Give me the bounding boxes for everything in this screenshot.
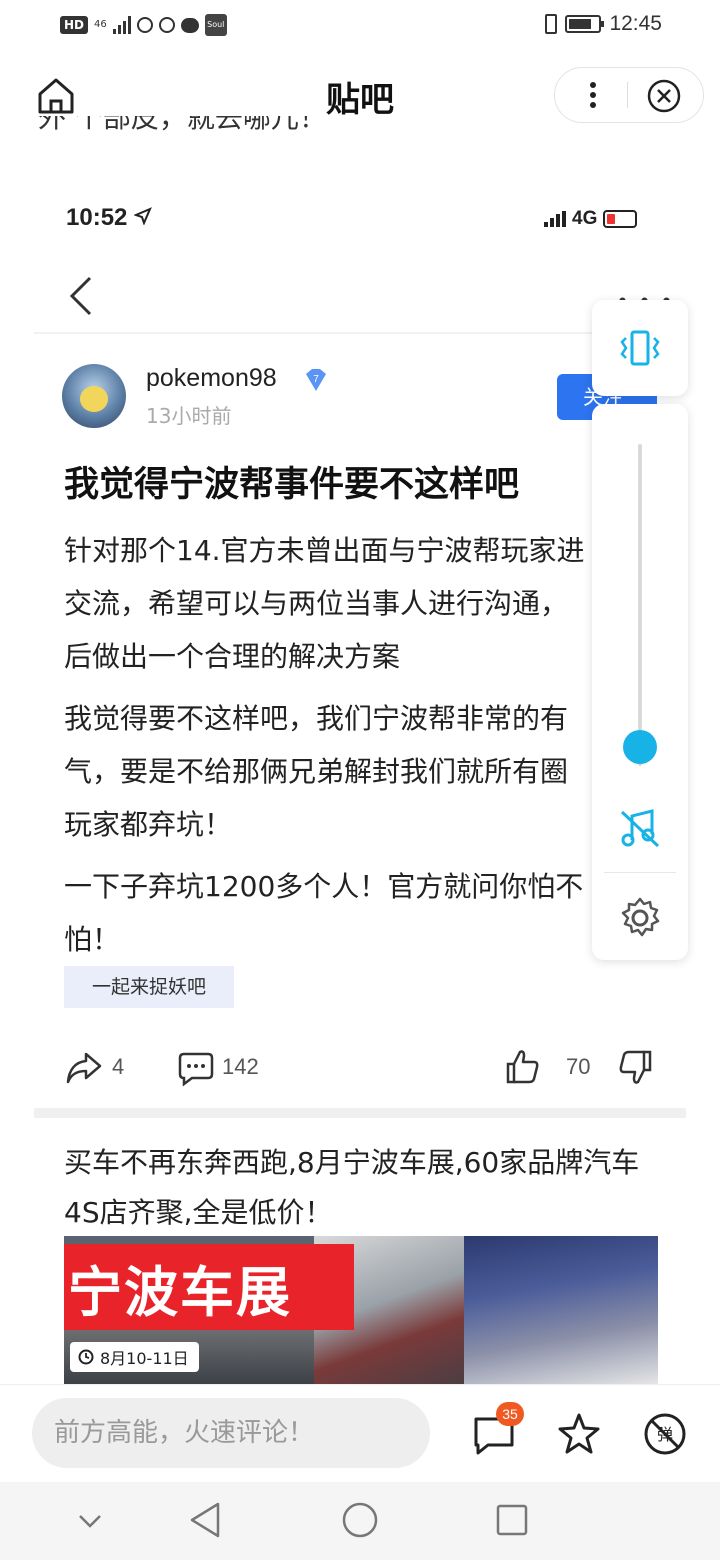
mini-program-capsule (554, 67, 704, 123)
inner-status-time: 10:52 (66, 204, 152, 232)
music-mute-icon[interactable] (618, 806, 662, 854)
ad-photo (464, 1236, 658, 1386)
svg-text:弹: 弹 (657, 1425, 673, 1444)
username[interactable]: pokemon98 (146, 364, 277, 393)
comment-count-badge: 35 (496, 1402, 524, 1426)
star-icon[interactable] (556, 1411, 602, 1461)
comment-icon[interactable] (176, 1048, 216, 1088)
topic-tag[interactable]: 一起来捉妖吧 (64, 966, 234, 1008)
home-circle-icon[interactable] (340, 1500, 380, 1544)
avatar-face (80, 386, 108, 412)
paragraph-line: 交流，希望可以与两位当事人进行沟通， (64, 587, 569, 620)
thumbs-down-icon[interactable] (616, 1048, 656, 1088)
comment-count: 142 (222, 1054, 259, 1079)
status-right-icons: 12:45 (545, 12, 662, 36)
globe-icon (158, 17, 175, 33)
avatar[interactable] (62, 364, 126, 428)
inner-time-text: 10:52 (66, 204, 128, 231)
clock-icon (78, 1349, 94, 1365)
divider (34, 332, 686, 334)
post-paragraph-1: 针对那个14.官方未曾出面与宁波帮玩家进 交流，希望可以与两位当事人进行沟通， … (64, 524, 624, 683)
inner-battery-icon (603, 210, 638, 228)
chevron-down-icon[interactable] (74, 1506, 106, 1542)
ad-date-label: 8月10-11日 (70, 1342, 199, 1372)
share-count: 4 (112, 1054, 125, 1079)
recents-square-icon[interactable] (494, 1502, 530, 1542)
volume-slider-track[interactable] (638, 444, 642, 766)
ad-banner-title: 宁波车展 (68, 1261, 292, 1324)
message-icon (180, 17, 199, 33)
comment-input[interactable]: 前方高能，火速评论！ (32, 1398, 430, 1468)
paragraph-line: 玩家都弃坑！ (64, 808, 233, 841)
section-divider (34, 1108, 686, 1118)
battery-icon (565, 15, 605, 33)
post-time: 13小时前 (146, 404, 232, 428)
system-status-bar: HD 46 Soul 12:45 (0, 0, 720, 56)
close-icon[interactable] (647, 79, 681, 113)
inner-signal-icon (544, 211, 566, 227)
ad-banner[interactable]: 宁波车展 8月10-11日 (64, 1236, 658, 1386)
location-arrow-icon (133, 207, 152, 226)
bottom-comment-bar: 前方高能，火速评论！ 弹 (0, 1384, 720, 1483)
back-icon[interactable] (66, 274, 96, 318)
settings-icon[interactable] (618, 896, 662, 944)
paragraph-line: 一下子弃坑1200多个人！官方就问你怕不 (64, 870, 584, 903)
paragraph-line: 气，要是不给那俩兄弟解封我们就所有圈 (64, 755, 569, 788)
timer-icon (136, 17, 153, 33)
post-title: 我觉得宁波帮事件要不这样吧 (64, 465, 520, 505)
post-paragraph-3: 一下子弃坑1200多个人！官方就问你怕不 怕！ (64, 860, 624, 966)
like-count: 70 (566, 1054, 591, 1079)
vibrate-icon (545, 14, 558, 34)
ad-title-box: 宁波车展 (64, 1244, 354, 1330)
signal-icon (112, 16, 131, 34)
ad-text[interactable]: 买车不再东奔西跑,8月宁波车展,60家品牌汽车4S店齐聚,全是低价！ (64, 1138, 664, 1238)
volume-slider-thumb[interactable] (623, 729, 657, 764)
panel-divider (604, 872, 676, 873)
status-time: 12:45 (609, 12, 662, 35)
inner-network-label: 4G (572, 208, 598, 229)
status-left-icons: HD 46 Soul (60, 14, 227, 36)
paragraph-line: 怕！ (64, 923, 121, 956)
paragraph-line: 针对那个14.官方未曾出面与宁波帮玩家进 (64, 534, 585, 567)
thumbs-up-icon[interactable] (502, 1046, 542, 1086)
post-actions: 4 142 70 (0, 1044, 720, 1094)
no-ads-icon[interactable]: 弹 (642, 1411, 688, 1461)
hd-icon: HD (60, 16, 89, 34)
verified-level: 7 (313, 374, 319, 385)
vibrate-toggle-panel (592, 300, 688, 396)
truncated-text-content: 外 个部皮，就去哪儿！ (38, 116, 327, 134)
vibrate-icon[interactable] (618, 328, 662, 372)
share-icon[interactable] (64, 1048, 104, 1088)
capsule-divider (627, 82, 628, 108)
back-triangle-icon[interactable] (186, 1500, 226, 1544)
soul-app-icon: Soul (204, 14, 227, 36)
post-paragraph-2: 我觉得要不这样吧，我们宁波帮非常的有 气，要是不给那俩兄弟解封我们就所有圈 玩家… (64, 692, 624, 851)
paragraph-line: 后做出一个合理的解决方案 (64, 640, 401, 673)
verified-badge-icon: 7 (302, 366, 330, 394)
inner-status-right: 4G (544, 208, 638, 230)
volume-panel (592, 404, 688, 960)
truncated-text: 外 个部皮，就去哪儿！ (38, 116, 327, 136)
paragraph-line: 我觉得要不这样吧，我们宁波帮非常的有 (64, 702, 569, 735)
network-label: 46 (94, 19, 107, 30)
ad-date-text: 8月10-11日 (100, 1349, 189, 1368)
system-nav-bar (0, 1482, 720, 1560)
more-options-icon[interactable] (583, 80, 603, 110)
